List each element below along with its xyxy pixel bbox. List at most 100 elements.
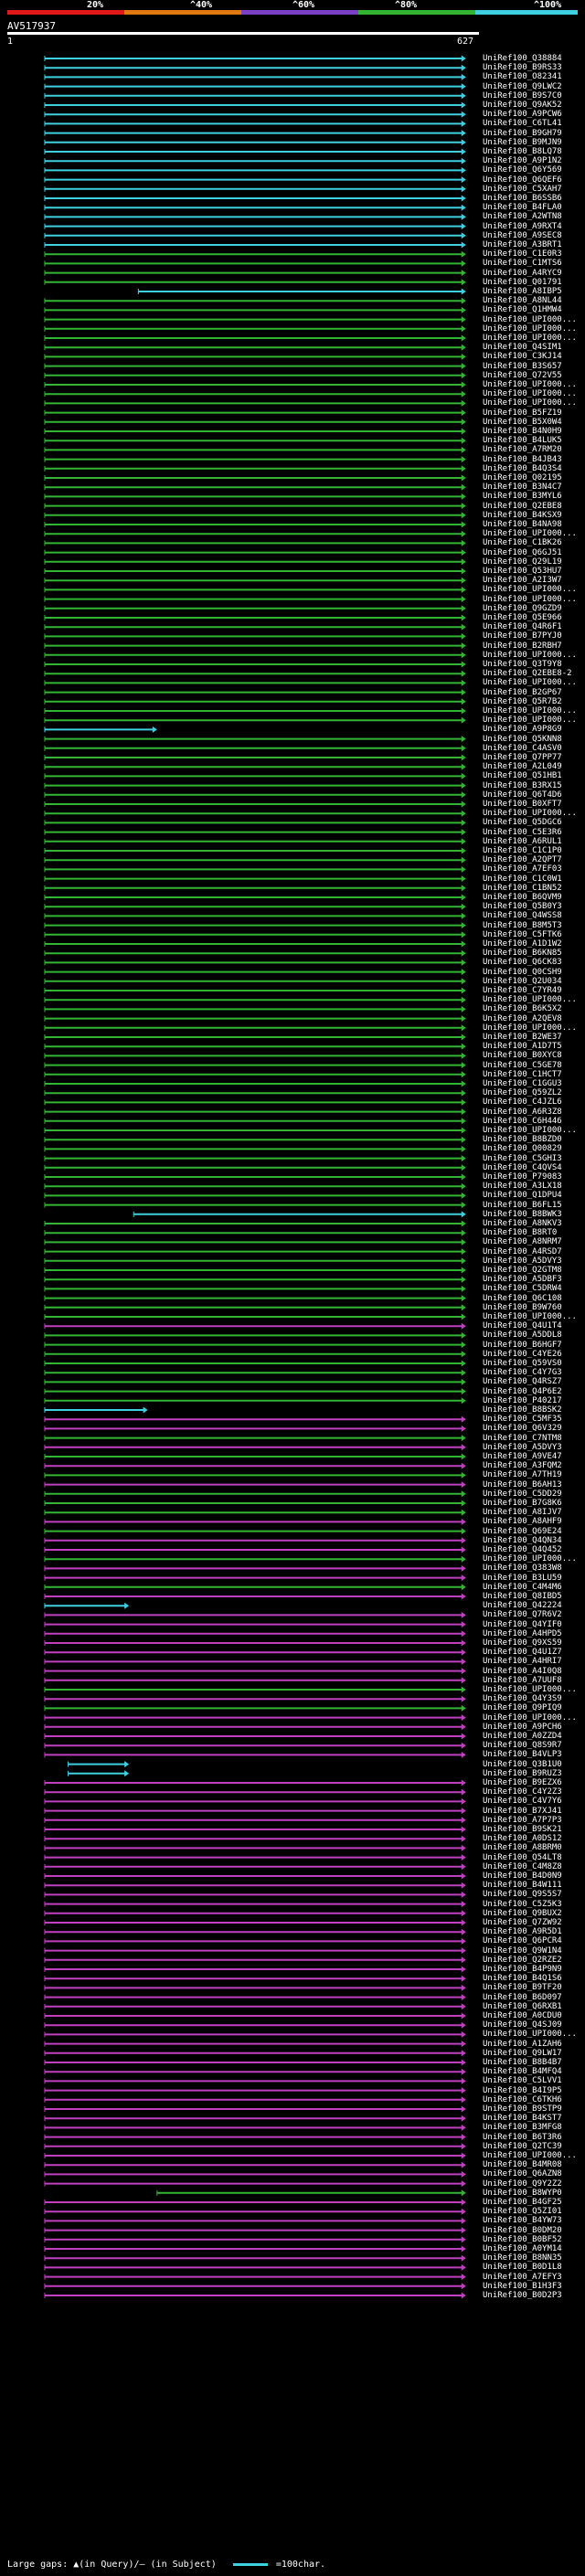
hit-label-link[interactable]: UniRef100_UPI000... xyxy=(483,678,577,687)
hit-label-link[interactable]: UniRef100_Q38884 xyxy=(483,54,562,63)
hit-label-link[interactable]: UniRef100_UPI000... xyxy=(483,315,577,324)
hit-row[interactable] xyxy=(44,2050,466,2057)
hit-row[interactable] xyxy=(44,539,466,546)
hit-row[interactable] xyxy=(44,1546,466,1553)
hit-row[interactable] xyxy=(44,2115,466,2122)
hit-row[interactable] xyxy=(44,2274,466,2281)
hit-row[interactable] xyxy=(44,1276,466,1283)
hit-label-link[interactable]: UniRef100_C4M8Z8 xyxy=(483,1862,562,1871)
hit-row[interactable] xyxy=(44,316,466,323)
hit-label-link[interactable]: UniRef100_Q2GTM8 xyxy=(483,1266,562,1275)
hit-row[interactable] xyxy=(44,381,466,388)
hit-label-link[interactable]: UniRef100_Q383W8 xyxy=(483,1564,562,1573)
hit-row[interactable] xyxy=(44,1844,466,1851)
hit-label-link[interactable]: UniRef100_A3BRT1 xyxy=(483,240,562,249)
hit-row[interactable] xyxy=(44,157,466,164)
hit-label-link[interactable]: UniRef100_B0XFT7 xyxy=(483,800,562,809)
hit-label-link[interactable]: UniRef100_B9EZX6 xyxy=(483,1778,562,1787)
hit-row[interactable] xyxy=(44,1351,466,1358)
hit-row[interactable] xyxy=(44,1891,466,1898)
hit-label-link[interactable]: UniRef100_Q9LWC2 xyxy=(483,82,562,91)
hit-row[interactable] xyxy=(44,1574,466,1582)
hit-row[interactable] xyxy=(44,558,466,566)
hit-label-link[interactable]: UniRef100_A3FQM2 xyxy=(483,1461,562,1470)
hit-label-link[interactable]: UniRef100_A9P1N2 xyxy=(483,156,562,165)
hit-label-link[interactable]: UniRef100_UPI000... xyxy=(483,2151,577,2160)
hit-label-link[interactable]: UniRef100_B2RBH7 xyxy=(483,641,562,651)
hit-row[interactable] xyxy=(44,1956,466,1964)
hit-label-link[interactable]: UniRef100_B3RX15 xyxy=(483,781,562,790)
hit-label-link[interactable]: UniRef100_B9GH79 xyxy=(483,129,562,138)
hit-label-link[interactable]: UniRef100_Q8S9R7 xyxy=(483,1741,562,1750)
hit-row[interactable] xyxy=(44,2245,466,2253)
hit-row[interactable] xyxy=(44,232,466,239)
hit-label-link[interactable]: UniRef100_B6FL15 xyxy=(483,1201,562,1210)
hit-label-link[interactable]: UniRef100_Q9Y2Z2 xyxy=(483,2179,562,2189)
hit-row[interactable] xyxy=(44,1229,466,1236)
hit-row[interactable] xyxy=(44,670,466,677)
hit-label-link[interactable]: UniRef100_Q0CSH9 xyxy=(483,968,562,977)
hit-label-link[interactable]: UniRef100_C3KJ14 xyxy=(483,352,562,361)
hit-row[interactable] xyxy=(44,1648,466,1656)
hit-label-link[interactable]: UniRef100_A6R3Z8 xyxy=(483,1108,562,1117)
hit-row[interactable] xyxy=(44,456,466,463)
hit-row[interactable] xyxy=(44,111,466,118)
hit-row[interactable] xyxy=(44,1788,466,1796)
hit-label-link[interactable]: UniRef100_A1D1W2 xyxy=(483,939,562,949)
hit-label-link[interactable]: UniRef100_Q4P6E2 xyxy=(483,1387,562,1396)
hit-row[interactable] xyxy=(44,176,466,184)
hit-row[interactable] xyxy=(44,996,466,1003)
hit-row[interactable] xyxy=(44,2134,466,2141)
hit-row[interactable] xyxy=(44,1966,466,1973)
hit-row[interactable] xyxy=(44,1882,466,1889)
hit-label-link[interactable]: UniRef100_Q9PIQ9 xyxy=(483,1703,562,1712)
hit-label-link[interactable]: UniRef100_A5DBF3 xyxy=(483,1275,562,1284)
hit-label-link[interactable]: UniRef100_C1E0R3 xyxy=(483,249,562,259)
hit-label-link[interactable]: UniRef100_B4KSX9 xyxy=(483,511,562,520)
hit-label-link[interactable]: UniRef100_Q5KNN8 xyxy=(483,735,562,744)
hit-label-link[interactable]: UniRef100_Q29L19 xyxy=(483,557,562,567)
hit-label-link[interactable]: UniRef100_A4I0Q8 xyxy=(483,1667,562,1676)
hit-label-link[interactable]: UniRef100_C4JZL6 xyxy=(483,1097,562,1107)
hit-label-link[interactable]: UniRef100_Q5ZI01 xyxy=(483,2207,562,2216)
hit-label-link[interactable]: UniRef100_A2L049 xyxy=(483,762,562,771)
hit-label-link[interactable]: UniRef100_C5DRW4 xyxy=(483,1284,562,1293)
hit-row[interactable] xyxy=(44,1108,466,1116)
hit-row[interactable] xyxy=(44,1826,466,1833)
hit-label-link[interactable]: UniRef100_Q7ZW92 xyxy=(483,1918,562,1927)
hit-row[interactable] xyxy=(44,1313,466,1320)
hit-label-link[interactable]: UniRef100_B4MFQ4 xyxy=(483,2067,562,2076)
hit-label-link[interactable]: UniRef100_C1C0W1 xyxy=(483,875,562,884)
hit-label-link[interactable]: UniRef100_A9VE47 xyxy=(483,1452,562,1461)
hit-label-link[interactable]: UniRef100_Q02195 xyxy=(483,473,562,482)
hit-row[interactable] xyxy=(44,1397,466,1405)
hit-label-link[interactable]: UniRef100_B4Q1S6 xyxy=(483,1974,562,1983)
hit-row[interactable] xyxy=(44,959,466,966)
hit-row[interactable] xyxy=(44,931,466,938)
hit-label-link[interactable]: UniRef100_C1BK26 xyxy=(483,538,562,547)
hit-row[interactable] xyxy=(44,2292,466,2299)
hit-label-link[interactable]: UniRef100_B8M5T3 xyxy=(483,921,562,930)
hit-label-link[interactable]: UniRef100_C5LVV1 xyxy=(483,2076,562,2085)
hit-row[interactable] xyxy=(44,847,466,854)
hit-label-link[interactable]: UniRef100_C5FTK6 xyxy=(483,930,562,939)
hit-label-link[interactable]: UniRef100_A2I3W7 xyxy=(483,576,562,585)
hit-row[interactable] xyxy=(44,1994,466,2001)
hit-label-link[interactable]: UniRef100_UPI000... xyxy=(483,1685,577,1694)
hit-label-link[interactable]: UniRef100_Q6RXB1 xyxy=(483,2002,562,2011)
hit-label-link[interactable]: UniRef100_B5X0W4 xyxy=(483,418,562,427)
hit-label-link[interactable]: UniRef100_Q9XS59 xyxy=(483,1638,562,1648)
hit-row[interactable] xyxy=(44,83,466,90)
hit-row[interactable] xyxy=(44,92,466,100)
hit-label-link[interactable]: UniRef100_UPI000... xyxy=(483,651,577,660)
hit-row[interactable] xyxy=(44,1164,466,1171)
hit-label-link[interactable]: UniRef100_B0D1L8 xyxy=(483,2263,562,2272)
hit-label-link[interactable]: UniRef100_A8NL44 xyxy=(483,296,562,305)
hit-label-link[interactable]: UniRef100_B6KN85 xyxy=(483,949,562,958)
hit-label-link[interactable]: UniRef100_UPI000... xyxy=(483,334,577,343)
hit-row[interactable] xyxy=(44,1257,466,1265)
hit-row[interactable] xyxy=(44,64,466,71)
hit-label-link[interactable]: UniRef100_Q4YIF0 xyxy=(483,1620,562,1629)
hit-label-link[interactable]: UniRef100_C4YE26 xyxy=(483,1350,562,1359)
hit-label-link[interactable]: UniRef100_Q6T4D6 xyxy=(483,790,562,800)
